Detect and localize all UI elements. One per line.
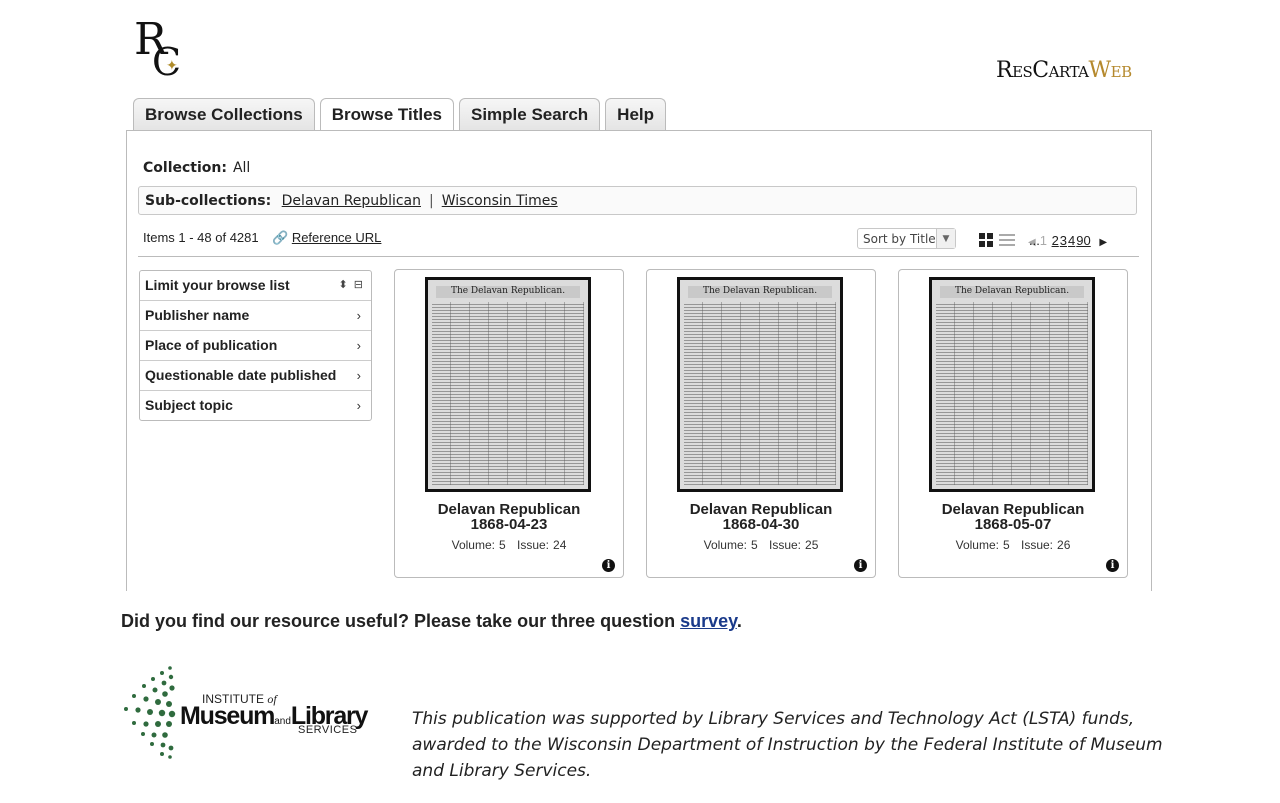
facet-place-of-publication[interactable]: Place of publication ›	[140, 330, 371, 360]
issue-label: Issue:	[517, 538, 550, 552]
issue-value: 24	[553, 538, 567, 552]
tab-browse-collections[interactable]: Browse Collections	[133, 98, 315, 131]
facet-header-label: Limit your browse list	[145, 277, 290, 293]
tab-browse-titles[interactable]: Browse Titles	[319, 98, 454, 132]
tab-simple-search[interactable]: Simple Search	[459, 98, 601, 131]
result-card[interactable]: The Delavan Republican. Delavan Republic…	[898, 269, 1128, 578]
survey-link[interactable]: survey	[680, 611, 737, 631]
facet-questionable-date[interactable]: Questionable date published ›	[140, 360, 371, 390]
chevron-right-icon: ›	[356, 398, 361, 413]
issue-value: 25	[805, 538, 819, 552]
collection-value: All	[232, 160, 251, 176]
chevron-right-icon: ›	[356, 338, 361, 353]
issue-value: 26	[1057, 538, 1071, 552]
items-count: Items 1 - 48 of 4281	[143, 230, 259, 245]
grid-view-icon[interactable]	[979, 233, 993, 247]
issue-label: Issue:	[1021, 538, 1054, 552]
info-icon[interactable]: i	[602, 559, 615, 572]
facet-label: Questionable date published	[145, 367, 337, 383]
card-title-name: Delavan Republican	[689, 501, 833, 518]
next-page-icon[interactable]: ▶	[1099, 237, 1107, 248]
card-meta: Volume: 5 Issue: 24	[395, 538, 623, 552]
volume-value: 5	[750, 538, 758, 552]
collection-label: Collection:	[143, 160, 227, 176]
card-meta: Volume: 5 Issue: 26	[899, 538, 1127, 552]
sort-toggle-icon[interactable]: ⬍ ⊟	[338, 277, 363, 294]
facet-list: Limit your browse list ⬍ ⊟ Publisher nam…	[139, 270, 372, 421]
brand-part2: Web	[1088, 58, 1133, 83]
subcollection-link-delavan[interactable]: Delavan Republican	[282, 193, 421, 209]
reference-url-link[interactable]: Reference URL	[292, 230, 382, 245]
facet-subject-topic[interactable]: Subject topic ›	[140, 390, 371, 420]
funding-statement: This publication was supported by Librar…	[412, 709, 1163, 781]
info-icon[interactable]: i	[854, 559, 867, 572]
sort-selected: Sort by Title	[863, 232, 936, 246]
masthead: The Delavan Republican.	[436, 286, 580, 298]
newspaper-thumbnail[interactable]: The Delavan Republican.	[425, 277, 591, 492]
facet-header[interactable]: Limit your browse list ⬍ ⊟	[140, 271, 371, 300]
rescarta-logo[interactable]: R C ✦	[132, 14, 192, 84]
issue-label: Issue:	[769, 538, 802, 552]
volume-label: Volume:	[703, 538, 747, 552]
list-view-icon[interactable]	[999, 233, 1015, 247]
imls-logo[interactable]: INSTITUTE of MuseumandLibrary SERVICES	[122, 664, 382, 762]
subcollections-label: Sub-collections:	[145, 193, 272, 209]
facet-publisher-name[interactable]: Publisher name ›	[140, 300, 371, 330]
volume-label: Volume:	[451, 538, 495, 552]
divider	[138, 256, 1139, 257]
volume-label: Volume:	[955, 538, 999, 552]
brand-part1: ResCarta	[996, 58, 1089, 83]
survey-prompt: Did you find our resource useful? Please…	[121, 611, 742, 632]
survey-text: Did you find our resource useful? Please…	[121, 611, 681, 631]
card-title-name: Delavan Republican	[437, 501, 581, 518]
main-tabs: Browse Collections Browse Titles Simple …	[133, 98, 667, 132]
chevron-down-icon: ▼	[936, 229, 955, 248]
survey-end: .	[736, 611, 742, 631]
volume-value: 5	[498, 538, 506, 552]
result-card[interactable]: The Delavan Republican. Delavan Republic…	[394, 269, 624, 578]
reference-url[interactable]: 🔗 Reference URL	[272, 230, 381, 246]
logo-star-icon: ✦	[166, 58, 178, 74]
card-title-date: 1868-04-30	[722, 516, 800, 533]
pagination: ◀ 1 234... 90 ▶	[1028, 233, 1107, 248]
card-title-date: 1868-04-23	[470, 516, 548, 533]
sort-select[interactable]: Sort by Title ▼	[857, 228, 956, 249]
facet-label: Publisher name	[145, 307, 250, 323]
card-title[interactable]: Delavan Republican 1868-04-30	[647, 502, 875, 532]
result-card[interactable]: The Delavan Republican. Delavan Republic…	[646, 269, 876, 578]
info-icon[interactable]: i	[1106, 559, 1119, 572]
imls-dots-icon	[124, 666, 176, 759]
newspaper-thumbnail[interactable]: The Delavan Republican.	[929, 277, 1095, 492]
card-title-date: 1868-05-07	[974, 516, 1052, 533]
link-icon: 🔗	[272, 230, 289, 245]
card-title[interactable]: Delavan Republican 1868-05-07	[899, 502, 1127, 532]
subcollection-separator: |	[429, 193, 434, 209]
facet-label: Place of publication	[145, 337, 278, 353]
tab-help[interactable]: Help	[605, 98, 667, 131]
newspaper-thumbnail[interactable]: The Delavan Republican.	[677, 277, 843, 492]
rescartaweb-brand[interactable]: ResCartaWeb	[996, 58, 1132, 83]
masthead: The Delavan Republican.	[688, 286, 832, 298]
collection-line: Collection: All	[143, 160, 250, 176]
card-title-name: Delavan Republican	[941, 501, 1085, 518]
chevron-right-icon: ›	[356, 368, 361, 383]
subcollections-bar: Sub-collections: Delavan Republican | Wisc…	[138, 186, 1137, 215]
subcollection-link-wisconsin-times[interactable]: Wisconsin Times	[442, 193, 558, 209]
masthead: The Delavan Republican.	[940, 286, 1084, 298]
chevron-right-icon: ›	[356, 308, 361, 323]
facet-label: Subject topic	[145, 397, 233, 413]
card-title[interactable]: Delavan Republican 1868-04-23	[395, 502, 623, 532]
imls-services: SERVICES	[298, 724, 358, 736]
volume-value: 5	[1002, 538, 1010, 552]
card-meta: Volume: 5 Issue: 25	[647, 538, 875, 552]
